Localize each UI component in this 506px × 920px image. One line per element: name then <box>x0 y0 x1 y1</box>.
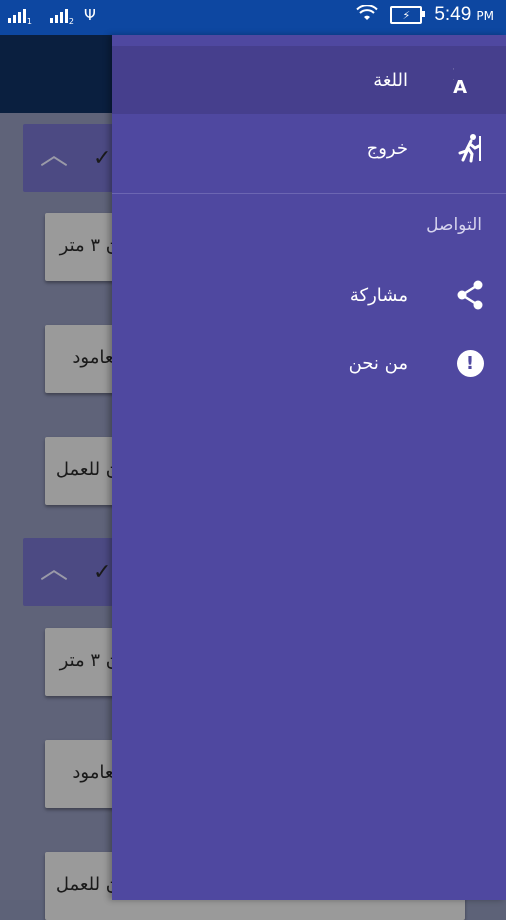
chevron-up-icon[interactable]: ︿ <box>39 140 69 170</box>
drawer-item-about[interactable]: ! من نحن <box>112 329 506 397</box>
wifi-icon <box>356 4 379 25</box>
drawer-item-exit[interactable]: خروج <box>112 114 506 182</box>
sim2-label: 2 <box>68 17 74 26</box>
status-right: ⚡ 5:49 PM <box>356 4 494 26</box>
card-text: ن للعمل <box>55 459 119 480</box>
exit-run-icon <box>450 128 490 168</box>
check-icon: ✓ <box>93 560 112 585</box>
drawer-section-label: التواصل <box>426 215 482 235</box>
card-text: ن للعمل <box>55 874 119 895</box>
status-left: 1 2 Ψ <box>8 6 96 26</box>
drawer-item-share[interactable]: مشاركة <box>112 261 506 329</box>
signal-sim2-icon: 2 <box>50 7 74 26</box>
translate-icon: 文 A <box>450 60 490 100</box>
drawer-item-label: اللغة <box>373 69 408 91</box>
usb-icon: Ψ <box>84 6 96 24</box>
battery-charging-icon: ⚡ <box>390 6 426 24</box>
sim1-label: 1 <box>26 17 32 26</box>
navigation-drawer: 文 A اللغة خروج التواصل مشاركة <box>112 35 506 900</box>
signal-sim1-icon: 1 <box>8 7 32 26</box>
drawer-divider <box>112 193 506 194</box>
info-icon: ! <box>450 343 490 383</box>
clock-time: 5:49 <box>434 4 472 25</box>
card-text: ن ٣ متر <box>59 650 119 671</box>
clock-ampm: PM <box>476 9 494 23</box>
chevron-up-icon[interactable]: ︿ <box>39 554 69 584</box>
check-icon: ✓ <box>93 146 112 171</box>
drawer-item-label: مشاركة <box>349 284 408 306</box>
drawer-item-label: من نحن <box>348 352 408 374</box>
card-text: ن ٣ متر <box>59 235 119 256</box>
drawer-item-label: خروج <box>366 137 408 159</box>
svg-text:A: A <box>453 77 467 95</box>
status-bar: 1 2 Ψ ⚡ 5:49 PM <box>0 0 506 35</box>
share-icon <box>450 275 490 315</box>
drawer-item-language[interactable]: 文 A اللغة <box>112 46 506 114</box>
clock: 5:49 PM <box>434 4 494 26</box>
